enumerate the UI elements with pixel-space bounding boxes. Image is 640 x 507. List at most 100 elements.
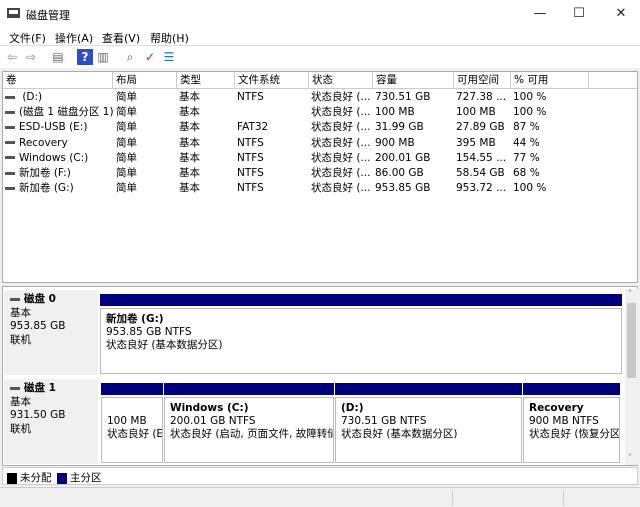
cell-free: 100 MB xyxy=(456,105,496,120)
unallocated-swatch xyxy=(7,472,17,484)
partition-box[interactable]: (D:) 730.51 GB NTFS 状态良好 (基本数据分区) xyxy=(335,397,522,463)
cell-text: FAT32 xyxy=(237,121,269,134)
partition-label: 新加卷 (G:) xyxy=(106,313,164,325)
cell-filesystem: NTFS xyxy=(237,181,264,196)
volume-icon xyxy=(5,95,15,99)
cell-type: 基本 xyxy=(179,120,200,135)
scroll-down-icon[interactable]: ˅ xyxy=(628,453,632,462)
cell-text: Windows (C:) xyxy=(19,151,89,164)
cell-text: 状态良好 (... xyxy=(311,182,371,195)
menu-help[interactable]: 帮助(H) xyxy=(150,30,189,46)
cell-type: 基本 xyxy=(179,136,200,151)
properties-icon[interactable]: ☰ xyxy=(161,49,177,65)
cell-type: 基本 xyxy=(179,181,200,196)
partition-box[interactable]: Windows (C:) 200.01 GB NTFS 状态良好 (启动, 页面文件… xyxy=(164,397,334,463)
partition-size: 953.85 GB NTFS xyxy=(106,326,192,338)
console-tree-icon[interactable]: ▤ xyxy=(50,49,66,65)
action-pane-icon[interactable]: ▥ xyxy=(95,49,111,65)
disk-icon xyxy=(10,297,20,301)
table-row[interactable]: Windows (C:) 简单 基本 NTFS 状态良好 (... 200.01 GB 15… xyxy=(3,151,637,166)
volume-icon xyxy=(5,110,15,114)
cell-text: 27.89 GB xyxy=(456,121,505,134)
column-percent-free[interactable]: % 可用 xyxy=(511,72,589,89)
cell-capacity: 200.01 GB xyxy=(375,151,430,166)
cell-text: 新加卷 (F:) xyxy=(19,167,71,179)
cell-layout: 简单 xyxy=(116,90,137,105)
cell-status: 状态良好 (... xyxy=(311,120,370,135)
cell-status: 状态良好 (... xyxy=(311,105,370,120)
check-icon[interactable]: ✓ xyxy=(142,49,158,65)
volume-list: 卷 布局 类型 文件系统 状态 容量 可用空间 % 可用 (D:) 简单 基本 NTF… xyxy=(2,71,638,283)
cell-text: NTFS xyxy=(237,136,264,149)
column-layout[interactable]: 布局 xyxy=(113,72,177,89)
disk-type: 基本 xyxy=(10,395,31,408)
disk-management-icon xyxy=(7,8,20,18)
help-icon[interactable]: ? xyxy=(77,49,93,65)
forward-icon[interactable]: ⇨ xyxy=(23,49,39,65)
disk-label-0[interactable]: 磁盘 0 基本 953.85 GB 联机 xyxy=(4,290,98,375)
menu-file[interactable]: 文件(F) xyxy=(9,30,46,46)
cell-text: 状态良好 (... xyxy=(311,167,371,179)
cell-text: 68 % xyxy=(513,167,540,179)
cell-text: 状态良好 (... xyxy=(311,106,371,119)
cell-text: 727.38 ... xyxy=(456,91,507,103)
column-status[interactable]: 状态 xyxy=(309,72,373,89)
table-row[interactable]: 新加卷 (F:) 简单 基本 NTFS 状态良好 (... 86.00 GB 58.54 G… xyxy=(3,166,637,181)
partition-box[interactable]: 新加卷 (G:) 953.85 GB NTFS 状态良好 (基本数据分区) xyxy=(100,308,622,374)
disk-size: 931.50 GB xyxy=(10,409,66,421)
column-volume[interactable]: 卷 xyxy=(3,72,113,89)
column-filesystem[interactable]: 文件系统 xyxy=(235,72,309,89)
legend: 未分配 主分区 xyxy=(2,467,638,485)
table-row[interactable]: Recovery 简单 基本 NTFS 状态良好 (... 900 MB 395 MB 44 … xyxy=(3,136,637,151)
volume-icon xyxy=(5,186,15,190)
cell-filesystem: FAT32 xyxy=(237,120,268,135)
partition-label: Recovery xyxy=(529,402,584,414)
cell-text: 87 % xyxy=(513,121,540,134)
disk-graphical-view: 磁盘 0 基本 953.85 GB 联机 新加卷 (G:) 953.85 GB NTFS 状… xyxy=(2,286,638,466)
table-row[interactable]: (磁盘 1 磁盘分区 1) 简单 基本 状态良好 (... 100 MB 100 MB 10… xyxy=(3,105,637,120)
scroll-up-icon[interactable]: ˄ xyxy=(628,289,632,298)
cell-volume: 新加卷 (G:) xyxy=(5,181,74,196)
menu-view[interactable]: 查看(V) xyxy=(102,30,140,46)
cell-text: 100 % xyxy=(513,182,547,195)
cell-free: 727.38 ... xyxy=(456,90,506,105)
cell-type: 基本 xyxy=(179,151,200,166)
cell-layout: 简单 xyxy=(116,151,137,166)
cell-text: 基本 xyxy=(179,121,200,134)
partition-box[interactable]: 100 MB状态良好 (EFI 系统分区) xyxy=(101,397,163,463)
disk-name: 磁盘 1 xyxy=(10,382,92,396)
cell-text: NTFS xyxy=(237,167,264,179)
column-free-space[interactable]: 可用空间 xyxy=(454,72,511,89)
maximize-button[interactable]: ☐ xyxy=(564,4,594,24)
cell-text: (D:) xyxy=(19,91,43,103)
partition-status: 状态良好 (启动, 页面文件, 故障转储, 基本数据分区) xyxy=(170,428,333,440)
scrollbar-thumb[interactable] xyxy=(627,303,636,378)
partition-size: 730.51 GB NTFS xyxy=(341,415,427,427)
cell-text: 简单 xyxy=(116,182,137,195)
column-type[interactable]: 类型 xyxy=(177,72,235,89)
table-row[interactable]: 新加卷 (G:) 简单 基本 NTFS 状态良好 (... 953.85 GB 953.72… xyxy=(3,181,637,196)
partition-bar xyxy=(523,383,620,395)
column-capacity[interactable]: 容量 xyxy=(373,72,454,89)
volume-icon xyxy=(5,171,15,175)
title-bar: 磁盘管理 — ☐ ✕ xyxy=(0,0,640,28)
cell-layout: 简单 xyxy=(116,136,137,151)
table-row[interactable]: (D:) 简单 基本 NTFS 状态良好 (... 730.51 GB 727.38 ...… xyxy=(3,90,637,105)
partition-box[interactable]: Recovery 900 MB NTFS 状态良好 (恢复分区) xyxy=(523,397,620,463)
legend-primary: 主分区 xyxy=(57,470,102,485)
partition-size: 900 MB NTFS xyxy=(529,415,599,427)
cell-text: 基本 xyxy=(179,151,200,164)
table-row[interactable]: ESD-USB (E:) 简单 基本 FAT32 状态良好 (... 31.99 GB 27… xyxy=(3,120,637,135)
cell-percent: 100 % xyxy=(513,181,546,196)
vertical-scrollbar[interactable]: ˄ ˅ xyxy=(625,289,638,465)
disk-size: 953.85 GB xyxy=(10,320,66,332)
minimize-button[interactable]: — xyxy=(525,4,555,24)
close-button[interactable]: ✕ xyxy=(606,4,636,24)
menu-action[interactable]: 操作(A) xyxy=(55,30,93,46)
connect-icon[interactable]: ⌕ xyxy=(122,49,138,65)
back-icon[interactable]: ⇦ xyxy=(4,49,20,65)
disk-label-1[interactable]: 磁盘 1 基本 931.50 GB 联机 xyxy=(4,379,98,464)
cell-text: 86.00 GB xyxy=(375,167,424,179)
cell-text: 154.55 ... xyxy=(456,151,507,164)
cell-percent: 77 % xyxy=(513,151,540,166)
